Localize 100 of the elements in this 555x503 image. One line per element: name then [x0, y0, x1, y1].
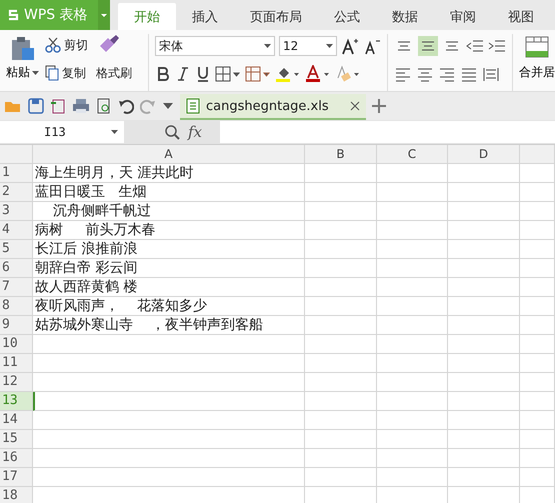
paste-button[interactable]: 粘贴	[6, 34, 39, 91]
row-header[interactable]: 7	[0, 278, 33, 297]
table-cell[interactable]	[377, 335, 448, 354]
grow-font-icon[interactable]	[341, 37, 359, 55]
table-cell[interactable]	[377, 411, 448, 430]
table-cell[interactable]	[520, 335, 555, 354]
table-cell[interactable]	[448, 449, 520, 468]
table-cell[interactable]	[377, 392, 448, 411]
font-color-icon[interactable]	[305, 65, 331, 83]
row-header[interactable]: 3	[0, 202, 33, 221]
align-left-icon[interactable]	[394, 66, 412, 82]
column-header[interactable]: A	[33, 145, 305, 164]
align-right-icon[interactable]	[438, 66, 456, 82]
font-size-select[interactable]: 12	[279, 36, 337, 56]
table-cell[interactable]	[305, 221, 377, 240]
align-button[interactable]	[418, 36, 438, 56]
save-icon[interactable]	[28, 98, 44, 114]
table-cell[interactable]	[377, 164, 448, 183]
copy-button[interactable]: 复制	[43, 62, 88, 84]
table-cell[interactable]	[520, 354, 555, 373]
row-header[interactable]: 1	[0, 164, 33, 183]
row-header[interactable]: 5	[0, 240, 33, 259]
new-tab-icon[interactable]	[372, 99, 386, 113]
table-cell[interactable]	[448, 240, 520, 259]
redo-icon[interactable]	[140, 98, 156, 114]
table-cell[interactable]	[377, 202, 448, 221]
table-cell[interactable]	[520, 297, 555, 316]
column-header[interactable]: C	[377, 145, 448, 164]
table-cell[interactable]	[448, 373, 520, 392]
table-cell[interactable]	[377, 278, 448, 297]
table-cell[interactable]	[33, 335, 305, 354]
table-cell[interactable]	[520, 316, 555, 335]
table-cell[interactable]	[448, 221, 520, 240]
ribbon-tab[interactable]: 公式	[318, 3, 376, 30]
table-cell[interactable]	[377, 449, 448, 468]
table-cell[interactable]	[305, 297, 377, 316]
ribbon-tab[interactable]: 插入	[176, 3, 234, 30]
table-cell[interactable]	[305, 392, 377, 411]
table-cell[interactable]	[520, 202, 555, 221]
table-cell[interactable]	[305, 316, 377, 335]
search-icon[interactable]	[164, 124, 180, 140]
ribbon-tab[interactable]: 数据	[376, 3, 434, 30]
table-cell[interactable]	[377, 430, 448, 449]
bold-icon[interactable]	[155, 65, 171, 83]
table-cell[interactable]	[305, 373, 377, 392]
formula-input[interactable]	[220, 121, 555, 143]
table-cell[interactable]	[305, 430, 377, 449]
ribbon-tab[interactable]: 审阅	[434, 3, 492, 30]
column-header[interactable]: D	[448, 145, 520, 164]
align-center-icon[interactable]	[416, 66, 434, 82]
column-header[interactable]	[520, 145, 555, 164]
print-preview-icon[interactable]	[96, 98, 112, 114]
table-cell[interactable]	[448, 430, 520, 449]
table-cell[interactable]	[448, 411, 520, 430]
table-cell[interactable]	[520, 164, 555, 183]
increase-indent-icon[interactable]	[488, 38, 506, 54]
select-all-corner[interactable]	[0, 145, 33, 164]
table-cell[interactable]	[448, 335, 520, 354]
table-cell[interactable]	[33, 430, 305, 449]
table-cell[interactable]	[33, 449, 305, 468]
table-cell[interactable]	[520, 392, 555, 411]
document-tab[interactable]: cangshegntage.xls	[180, 94, 366, 120]
undo-icon[interactable]	[118, 98, 134, 114]
menu-dropdown[interactable]	[98, 0, 110, 30]
table-cell[interactable]	[448, 183, 520, 202]
table-cell[interactable]	[448, 354, 520, 373]
row-header[interactable]: 8	[0, 297, 33, 316]
borders-icon[interactable]	[215, 65, 241, 83]
row-header[interactable]: 4	[0, 221, 33, 240]
fill-color-icon[interactable]	[275, 65, 301, 83]
row-header[interactable]: 6	[0, 259, 33, 278]
table-cell[interactable]	[377, 240, 448, 259]
table-cell[interactable]	[520, 468, 555, 487]
cut-button[interactable]: 剪切	[43, 34, 90, 56]
row-header[interactable]: 15	[0, 430, 33, 449]
ribbon-tab[interactable]: 开始	[118, 3, 176, 30]
font-family-select[interactable]: 宋体	[155, 36, 275, 56]
table-cell[interactable]	[448, 297, 520, 316]
row-header[interactable]: 9	[0, 316, 33, 335]
row-header[interactable]: 16	[0, 449, 33, 468]
table-style-icon[interactable]	[245, 65, 271, 83]
row-header[interactable]: 12	[0, 373, 33, 392]
italic-icon[interactable]	[175, 65, 191, 83]
format-painter-button[interactable]: 格式刷	[94, 62, 134, 84]
table-cell[interactable]	[377, 183, 448, 202]
table-cell[interactable]	[448, 164, 520, 183]
table-cell[interactable]	[377, 316, 448, 335]
name-box[interactable]: I13	[0, 121, 124, 143]
table-cell[interactable]	[305, 354, 377, 373]
table-cell[interactable]	[377, 221, 448, 240]
dropdown-icon[interactable]	[162, 102, 174, 110]
active-cell[interactable]	[33, 392, 305, 411]
row-header[interactable]: 10	[0, 335, 33, 354]
table-cell[interactable]	[520, 240, 555, 259]
table-cell[interactable]	[520, 430, 555, 449]
decrease-indent-icon[interactable]	[466, 38, 484, 54]
merge-center-button[interactable]: 合并居	[513, 34, 555, 91]
table-cell[interactable]	[305, 335, 377, 354]
ribbon-tab[interactable]: 页面布局	[234, 3, 318, 30]
table-cell[interactable]	[520, 278, 555, 297]
